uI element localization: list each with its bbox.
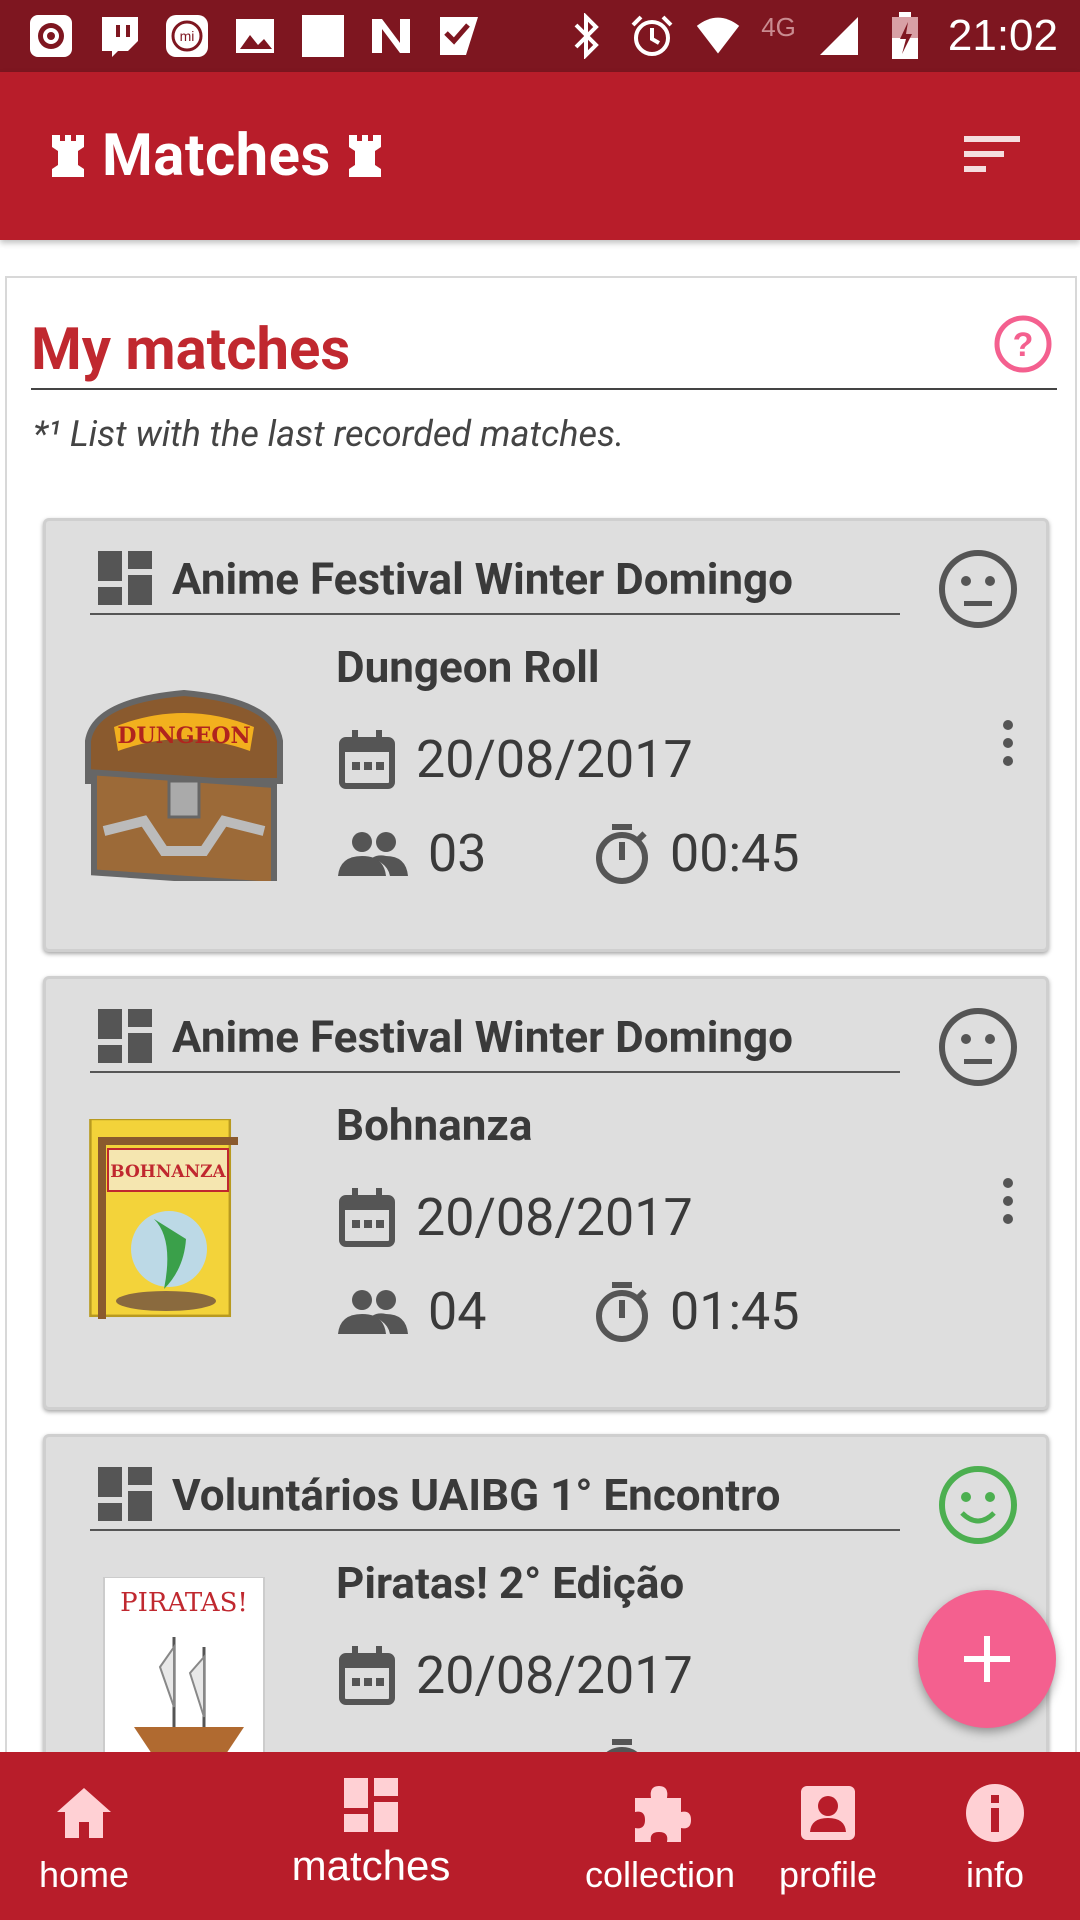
svg-text:BOHNANZA: BOHNANZA	[110, 1162, 226, 1182]
calendar-icon	[339, 1645, 395, 1705]
image-icon	[232, 13, 278, 59]
puzzle-icon	[635, 1786, 691, 1842]
match-duration-value: 01:45	[670, 1281, 800, 1342]
rook-icon	[348, 135, 381, 177]
match-card[interactable]: Anime Festival Winter Domingo DUNGEON Du…	[43, 518, 1049, 952]
home-icon	[57, 1788, 111, 1838]
match-duration: 00:45	[594, 823, 800, 884]
signal-icon	[816, 13, 862, 59]
happy-face-icon[interactable]	[938, 1465, 1018, 1545]
calendar-icon	[339, 1187, 395, 1247]
clock: 21:02	[947, 11, 1058, 60]
match-date: 20/08/2017	[338, 1187, 693, 1248]
n-icon	[368, 13, 414, 59]
profile-icon	[801, 1786, 855, 1840]
dashboard-icon	[98, 551, 152, 605]
match-game-name: Bohnanza	[336, 1099, 533, 1151]
dashboard-icon	[98, 1467, 152, 1521]
sort-button[interactable]	[964, 132, 1020, 176]
section-title: My matches	[31, 316, 351, 384]
nav-label-home: home	[38, 1854, 130, 1895]
people-icon	[338, 831, 408, 876]
media-player-icon	[28, 13, 74, 59]
svg-text:?: ?	[1013, 326, 1034, 364]
bluetooth-icon	[563, 13, 609, 59]
app-bar: Matches	[0, 72, 1080, 240]
more-options-icon[interactable]	[998, 1177, 1018, 1225]
nav-item-profile[interactable]: profile	[770, 1752, 886, 1920]
nav-label-profile: profile	[778, 1854, 878, 1895]
page-title: Matches	[102, 122, 331, 190]
match-date-value: 20/08/2017	[416, 1187, 693, 1248]
nav-label-info: info	[965, 1854, 1025, 1895]
svg-text:PIRATAS!: PIRATAS!	[120, 1588, 248, 1618]
nav-item-info[interactable]: info	[944, 1752, 1046, 1920]
svg-text:DUNGEON: DUNGEON	[117, 723, 250, 749]
rook-icon	[52, 135, 84, 177]
match-header: Voluntários UAIBG 1° Encontro	[90, 1459, 900, 1531]
battery-icon	[882, 12, 928, 59]
match-event-name: Voluntários UAIBG 1° Encontro	[172, 1469, 781, 1521]
alarm-icon	[629, 13, 675, 59]
game-thumbnail: BOHNANZA	[89, 1119, 238, 1319]
dashboard-icon	[98, 1009, 152, 1063]
match-players: 04	[338, 1281, 486, 1342]
status-bar: mi 4G 21:02	[0, 0, 1080, 72]
square-icon	[300, 13, 346, 59]
section-header: My matches ?	[31, 308, 1057, 390]
network-type: 4G	[761, 11, 796, 42]
match-date-value: 20/08/2017	[416, 729, 693, 790]
match-date: 20/08/2017	[338, 729, 693, 790]
dashboard-icon	[344, 1778, 398, 1832]
nav-label-collection: collection	[584, 1854, 736, 1895]
info-icon	[966, 1784, 1024, 1842]
match-game-name: Piratas! 2° Edição	[336, 1557, 685, 1609]
match-duration: 01:45	[594, 1281, 800, 1342]
check-badge-icon	[436, 13, 482, 59]
timer-icon	[596, 1281, 648, 1342]
match-duration-value: 00:45	[670, 823, 800, 884]
match-header: Anime Festival Winter Domingo	[90, 543, 900, 615]
game-thumbnail: DUNGEON	[85, 689, 283, 881]
more-options-icon[interactable]	[998, 719, 1018, 767]
match-date-value: 20/08/2017	[416, 1645, 693, 1706]
matches-panel: My matches ? *¹ List with the last recor…	[5, 276, 1077, 1868]
nav-label-matches: matches	[291, 1842, 451, 1889]
app-title: Matches	[48, 122, 385, 190]
match-players: 03	[338, 823, 486, 884]
match-game-name: Dungeon Roll	[336, 641, 600, 693]
match-event-name: Anime Festival Winter Domingo	[172, 553, 793, 605]
nav-item-home[interactable]: home	[24, 1752, 144, 1920]
wifi-icon	[695, 13, 741, 59]
match-players-value: 03	[428, 823, 487, 884]
mi-app-icon: mi	[164, 13, 210, 59]
match-players-value: 04	[428, 1281, 487, 1342]
bottom-navigation: home matches collection profile info	[0, 1752, 1080, 1920]
nav-item-matches[interactable]: matches	[286, 1752, 456, 1920]
match-date: 20/08/2017	[338, 1645, 693, 1706]
timer-icon	[596, 823, 648, 884]
twitch-icon	[96, 13, 142, 59]
match-card[interactable]: Anime Festival Winter Domingo BOHNANZA B…	[43, 976, 1049, 1410]
list-note: *¹ List with the last recorded matches.	[33, 413, 625, 455]
neutral-face-icon[interactable]	[938, 1007, 1018, 1087]
add-match-button[interactable]	[918, 1590, 1056, 1728]
help-icon[interactable]: ?	[993, 314, 1053, 374]
people-icon	[338, 1289, 408, 1334]
calendar-icon	[339, 729, 395, 789]
plus-icon	[964, 1636, 1010, 1682]
svg-text:mi: mi	[180, 28, 195, 44]
match-header: Anime Festival Winter Domingo	[90, 1001, 900, 1073]
match-event-name: Anime Festival Winter Domingo	[172, 1011, 793, 1063]
nav-item-collection[interactable]: collection	[578, 1752, 742, 1920]
neutral-face-icon[interactable]	[938, 549, 1018, 629]
